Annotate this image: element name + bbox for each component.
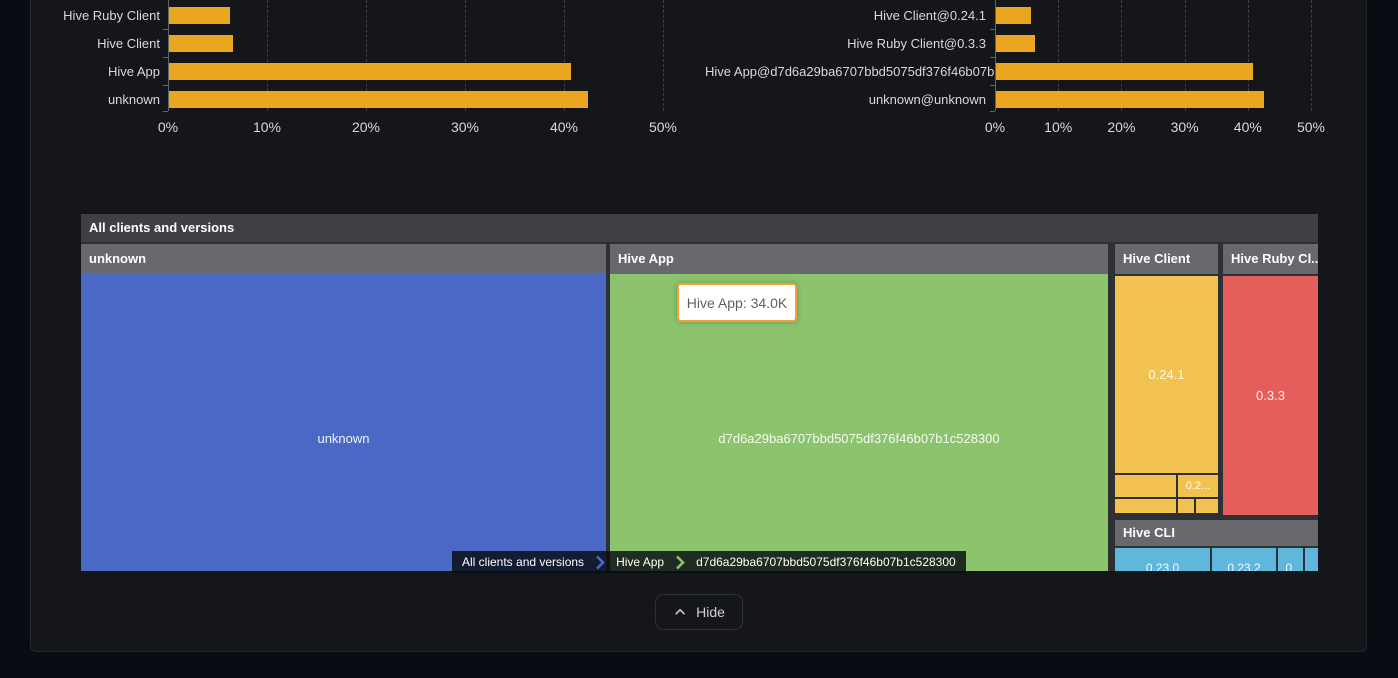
treemap-cell-hive-ruby-033[interactable]: 0.3.3 [1223,276,1318,515]
axis-tick-label: 0% [136,119,200,135]
axis-tick [990,111,995,112]
bar[interactable] [169,91,588,108]
axis-tick-label: 40% [1216,119,1280,135]
chevron-up-icon [673,605,687,619]
axis-tick-label: 30% [1153,119,1217,135]
axis-tick [163,111,168,112]
treemap-root-header[interactable]: All clients and versions [81,214,1318,242]
breadcrumb: All clients and versions Hive App d7d6a2… [452,551,966,573]
category-label: Hive Client [40,35,160,52]
axis-tick-label: 50% [631,119,695,135]
category-label: Hive App@d7d6a29ba6707bbd5075df376f46b07… [705,63,986,80]
treemap-cell-hive-client-minor[interactable] [1178,499,1194,513]
hide-panel-button[interactable]: Hide [655,594,743,630]
treemap-cell-hive-cli-0232[interactable]: 0.23.2 [1212,548,1276,571]
treemap-header-hive-client[interactable]: Hive Client [1115,244,1218,274]
category-label: unknown [40,91,160,108]
treemap-header-hive-ruby-client[interactable]: Hive Ruby Cl... [1223,244,1318,274]
category-label: Hive App [40,63,160,80]
axis-tick-label: 50% [1279,119,1343,135]
axis-tick [990,85,995,86]
gridline [663,0,664,111]
treemap: All clients and versions unknown unknown… [81,214,1318,571]
category-label: Hive Ruby Client@0.3.3 [705,35,986,52]
treemap-cell-hive-client-minor[interactable] [1115,499,1176,513]
axis-tick-label: 10% [235,119,299,135]
treemap-cell-hive-client-0241[interactable]: 0.24.1 [1115,276,1218,473]
bar[interactable] [169,7,230,24]
bar[interactable] [996,35,1035,52]
axis-tick [163,85,168,86]
treemap-cell-hive-cli-minor[interactable]: 0. [1278,548,1303,571]
axis-tick-label: 0% [963,119,1027,135]
bar[interactable] [169,63,571,80]
tooltip: Hive App: 34.0K [677,283,797,322]
treemap-header-hive-cli[interactable]: Hive CLI [1115,520,1318,546]
category-label: Hive Ruby Client [40,7,160,24]
breadcrumb-item-root[interactable]: All clients and versions [452,551,594,573]
treemap-cell-label: unknown [317,431,369,446]
axis-tick [163,57,168,58]
bar[interactable] [996,63,1253,80]
axis-tick [990,57,995,58]
bar[interactable] [169,35,233,52]
axis-tick-label: 40% [532,119,596,135]
treemap-header-hive-app[interactable]: Hive App [610,244,1108,274]
bar[interactable] [996,91,1264,108]
breadcrumb-item-hash[interactable]: d7d6a29ba6707bbd5075df376f46b07b1c528300 [686,551,966,573]
treemap-header-unknown[interactable]: unknown [81,244,606,274]
category-label: Hive Client@0.24.1 [705,7,986,24]
breadcrumb-item-hive-app[interactable]: Hive App [606,551,674,573]
axis-tick [163,29,168,30]
axis-tick [990,29,995,30]
treemap-cell-hive-cli-0230[interactable]: 0.23.0 [1115,548,1210,571]
bar-charts-layer: 0%10%20%30%40%50%Hive Ruby ClientHive Cl… [0,0,1398,150]
treemap-cell-hive-client-02[interactable]: 0.2... [1178,475,1218,497]
treemap-cell-hive-cli-minor[interactable] [1305,548,1318,571]
bar[interactable] [996,7,1031,24]
hide-button-label: Hide [696,604,725,620]
axis-tick-label: 10% [1026,119,1090,135]
chevron-right-icon [595,555,605,570]
axis-tick-label: 30% [433,119,497,135]
treemap-cell-hive-client-minor[interactable] [1115,475,1176,497]
treemap-cell-hive-client-minor[interactable] [1196,499,1218,513]
dashboard-screen: 0%10%20%30%40%50%Hive Ruby ClientHive Cl… [0,0,1398,678]
gridline [1311,0,1312,111]
chevron-right-icon [675,555,685,570]
category-label: unknown@unknown [705,91,986,108]
treemap-cell-label: d7d6a29ba6707bbd5075df376f46b07b1c528300 [718,431,999,446]
treemap-cell-unknown[interactable]: unknown [81,274,606,571]
axis-tick-label: 20% [334,119,398,135]
axis-tick-label: 20% [1089,119,1153,135]
